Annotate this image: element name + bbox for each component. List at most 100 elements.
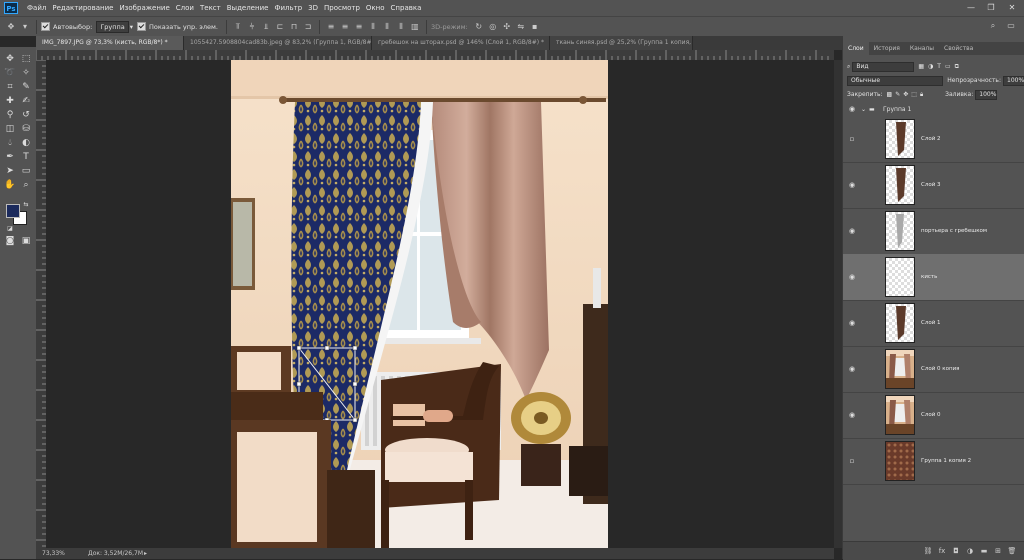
align-left-icon[interactable]: ⊏ [275,22,285,32]
roll-3d-icon[interactable]: ◎ [488,22,498,32]
eye-icon[interactable]: ◉ [847,227,857,235]
drag-3d-icon[interactable]: ✣ [502,22,512,32]
chevron-down-icon[interactable]: ⌄ [861,106,866,113]
menu-item[interactable]: Просмотр [321,4,363,12]
lock-artboard-icon[interactable]: ⬚ [911,91,917,98]
lock-position-icon[interactable]: ✥ [903,91,908,98]
rectangle-icon[interactable]: ▭ [20,165,32,177]
swap-colors-icon[interactable]: ⇆ [20,199,32,211]
workspace-icon[interactable]: ▭ [1006,21,1016,31]
hand-icon[interactable]: ✋ [4,179,16,191]
blend-mode-select[interactable]: Обычные [847,75,944,86]
foreground-color-swatch[interactable] [6,204,20,218]
align-bottom-icon[interactable]: ⫫ [261,22,271,32]
eye-icon[interactable]: ◉ [847,319,857,327]
lock-transparent-icon[interactable]: ▩ [887,91,893,98]
paint-bucket-icon[interactable]: ⛁ [20,123,32,135]
filter-type-icon[interactable]: T [937,63,941,70]
pen-icon[interactable]: ✒ [4,151,16,163]
document-image[interactable] [231,60,608,548]
eyedropper-icon[interactable]: ✎ [20,81,32,93]
distribute-bottom-icon[interactable]: ≡ [354,22,364,32]
history-brush-icon[interactable]: ↺ [20,109,32,121]
menu-item[interactable]: Слои [173,4,197,12]
crop-icon[interactable]: ⌗ [4,81,16,93]
menu-item[interactable]: Фильтр [271,4,305,12]
close-icon[interactable]: ✕ [1005,2,1019,13]
new-layer-icon[interactable]: ⊞ [993,546,1003,556]
align-top-icon[interactable]: ⫪ [233,22,243,32]
filter-smart-icon[interactable]: ⧉ [955,63,959,71]
restore-icon[interactable]: ❐ [984,2,998,13]
layer-row[interactable]: ◉ Слой 0 [843,392,1024,439]
document-tab[interactable]: ткань синяя.psd @ 25,2% (Группа 1 копия,… [550,36,693,50]
eye-icon[interactable]: ◉ [847,411,857,419]
distribute-vcenter-icon[interactable]: ≡ [340,22,350,32]
menu-item[interactable]: Файл [24,4,49,12]
show-transform-option[interactable]: Показать упр. элем. [137,22,218,31]
layer-row[interactable]: ▫ Слой 2 [843,116,1024,163]
marquee-icon[interactable]: ⬚ [20,53,32,65]
align-right-icon[interactable]: ⊐ [303,22,313,32]
autoselect-checkbox[interactable] [41,22,50,31]
screen-mode-icon[interactable]: ▣ [20,235,32,247]
layer-row[interactable]: ◉ Слой 3 [843,162,1024,209]
lasso-icon[interactable]: ➰ [4,67,16,79]
status-menu-arrow-icon[interactable]: ▸ [144,548,147,559]
distribute-right-icon[interactable]: ⦀ [396,22,406,32]
panel-tab[interactable]: Свойства [939,42,978,55]
distribute-left-icon[interactable]: ⦀ [368,22,378,32]
fill-field[interactable]: 100% [975,89,998,100]
quick-mask-icon[interactable]: ◙ [4,235,16,247]
canvas-area[interactable] [46,60,834,548]
eye-icon[interactable]: ◉ [847,181,857,189]
distribute-top-icon[interactable]: ≡ [326,22,336,32]
menu-item[interactable]: Изображение [116,4,172,12]
distribute-hcenter-icon[interactable]: ⦀ [382,22,392,32]
path-select-icon[interactable]: ➤ [4,165,16,177]
move-icon[interactable]: ✥ [4,53,16,65]
mask-icon[interactable]: ◘ [951,546,961,556]
type-icon[interactable]: T [20,151,32,163]
trash-icon[interactable]: 🗑︎ [1007,546,1017,556]
minimize-icon[interactable]: — [964,2,978,13]
eye-hidden-icon[interactable]: ▫ [847,135,857,143]
menu-item[interactable]: Справка [388,4,425,12]
vertical-scrollbar[interactable] [834,60,842,548]
default-colors-icon[interactable]: ◪ [4,223,16,235]
healing-brush-icon[interactable]: ✚ [4,95,16,107]
layer-row[interactable]: ◉ портьера с гребешком [843,208,1024,255]
eye-icon[interactable]: ◉ [847,105,857,113]
show-transform-checkbox[interactable] [137,22,146,31]
fx-icon[interactable]: fx [937,546,947,556]
panel-tab[interactable]: Каналы [905,42,939,55]
layer-row[interactable]: ▫ Группа 1 копия 2 [843,438,1024,485]
filter-shape-icon[interactable]: ▭ [945,63,951,70]
orbit-3d-icon[interactable]: ↻ [474,22,484,32]
lock-pixels-icon[interactable]: ✎ [895,91,900,98]
menu-item[interactable]: Редактирование [49,4,116,12]
menu-item[interactable]: Выделение [224,4,272,12]
clone-stamp-icon[interactable]: ⚲ [4,109,16,121]
search-icon[interactable]: ⌕ [988,21,998,31]
menu-item[interactable]: Окно [363,4,388,12]
scale-3d-icon[interactable]: ▪ [530,22,540,32]
document-tab[interactable]: гребешок на шторах.psd @ 146% (Слой 1, R… [372,36,550,50]
group-row[interactable]: ◉ ⌄ ▬ Группа 1 [843,103,1024,115]
layer-row[interactable]: ◉ кисть [843,254,1024,301]
filter-pixel-icon[interactable]: ▦ [918,63,924,70]
document-tab[interactable]: IMG_7897.JPG @ 73,3% (кисть, RGB/8*) * [36,36,184,50]
align-hcenter-icon[interactable]: ⊓ [289,22,299,32]
move-tool-icon[interactable]: ✥ [6,22,16,32]
auto-align-icon[interactable]: ▥ [410,22,420,32]
eye-icon[interactable]: ◉ [847,273,857,281]
layer-row[interactable]: ◉ Слой 0 копия [843,346,1024,393]
magic-wand-icon[interactable]: ✧ [20,67,32,79]
menu-item[interactable]: Текст [197,4,224,12]
lock-all-icon[interactable]: 🔒︎ [920,91,923,99]
chevron-down-icon[interactable]: ▾ [20,22,30,32]
filter-select[interactable]: Вид [852,61,915,72]
opacity-field[interactable]: 100% [1003,75,1024,86]
eye-hidden-icon[interactable]: ▫ [847,457,857,465]
folder-icon[interactable]: ▬ [979,546,989,556]
